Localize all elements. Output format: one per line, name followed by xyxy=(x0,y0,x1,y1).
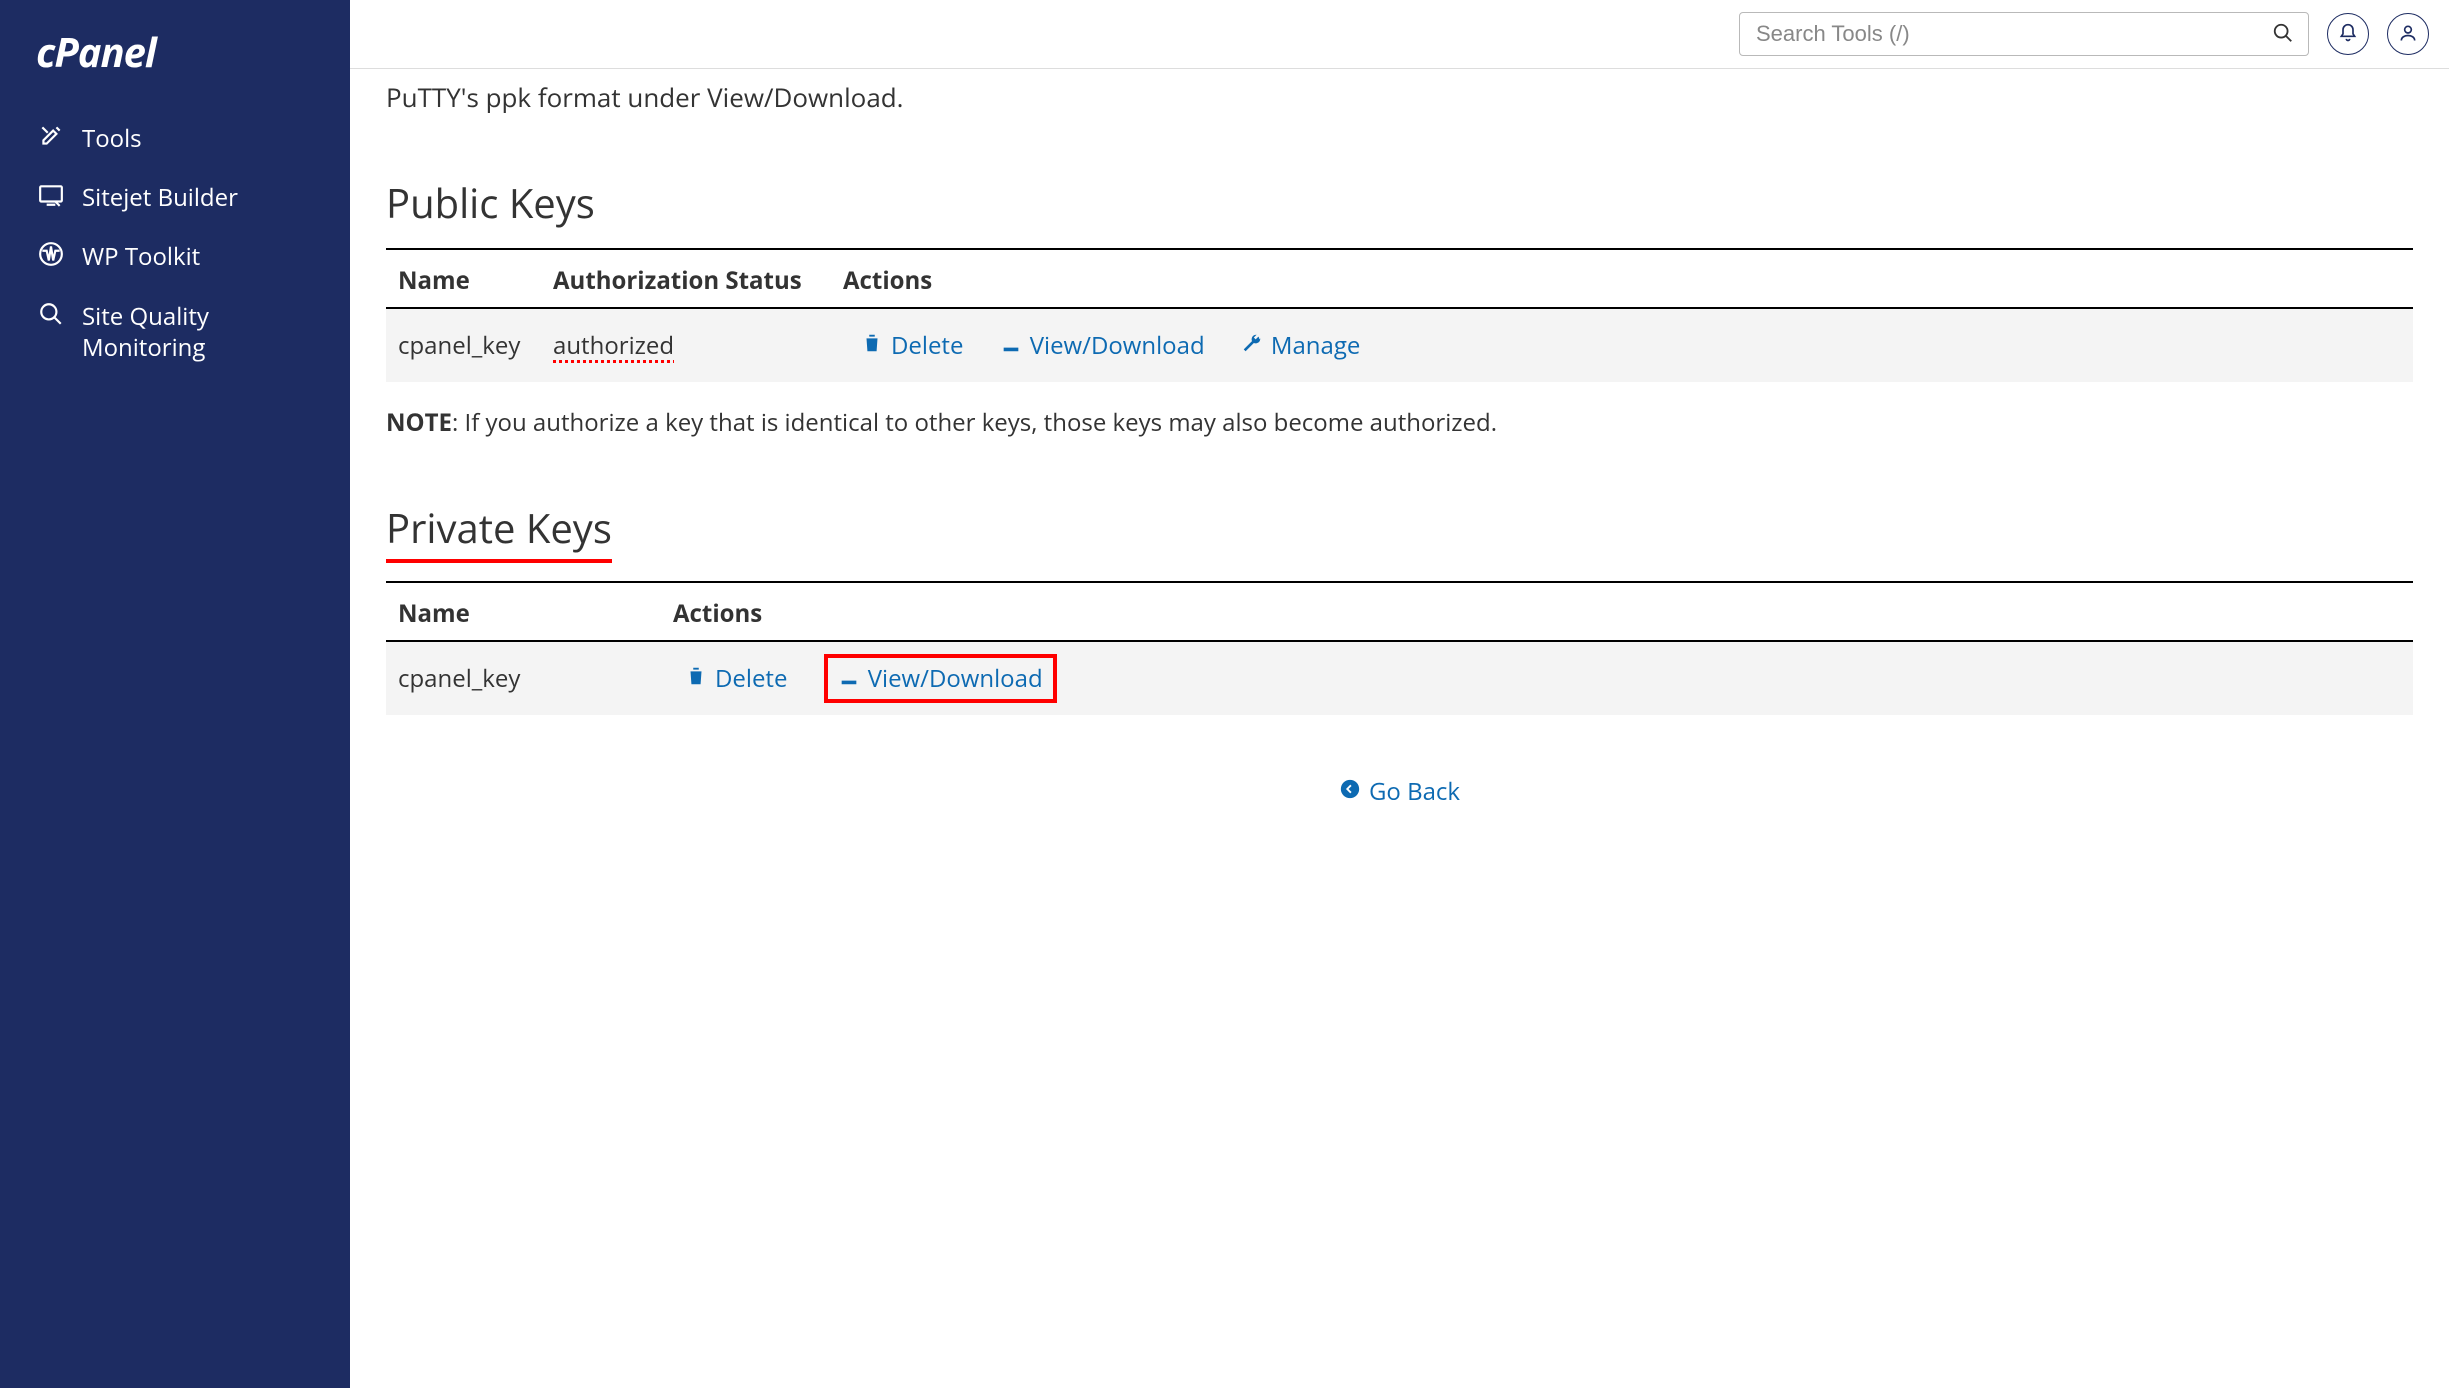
delete-key-link[interactable]: Delete xyxy=(861,329,963,362)
trash-icon xyxy=(861,329,883,362)
delete-label: Delete xyxy=(715,662,787,695)
user-menu-button[interactable] xyxy=(2387,13,2429,55)
manage-key-link[interactable]: Manage xyxy=(1241,329,1360,362)
col-actions: Actions xyxy=(661,582,2413,641)
content: PuTTY's ppk format under View/Download. … xyxy=(350,69,2449,1388)
wordpress-icon xyxy=(36,241,66,267)
sidebar-item-label: WP Toolkit xyxy=(82,241,200,272)
table-row: cpanel_key Delete xyxy=(386,641,2413,715)
view-label: View/Download xyxy=(1030,329,1205,362)
sidebar-item-wptoolkit[interactable]: WP Toolkit xyxy=(0,227,350,286)
view-download-key-link[interactable]: View/Download xyxy=(1000,329,1205,362)
download-icon xyxy=(838,662,860,695)
brand-logo: cPanel xyxy=(0,0,350,109)
key-auth-status: authorized xyxy=(541,308,831,382)
col-auth: Authorization Status xyxy=(541,249,831,308)
key-actions: Delete View/Download xyxy=(831,308,2413,382)
sidebar: cPanel Tools Sitejet Builder WP Toolkit … xyxy=(0,0,350,1388)
public-keys-heading: Public Keys xyxy=(386,175,2413,230)
private-keys-section: Private Keys Name Actions cpanel_key xyxy=(386,500,2413,715)
view-label: View/Download xyxy=(868,662,1043,695)
sidebar-item-label: Sitejet Builder xyxy=(82,182,238,213)
key-actions: Delete View/Download xyxy=(661,641,2413,715)
private-keys-heading: Private Keys xyxy=(386,500,612,563)
search-box[interactable] xyxy=(1739,12,2309,56)
search-icon xyxy=(2272,22,2294,47)
notifications-button[interactable] xyxy=(2327,13,2369,55)
highlighted-action: View/Download xyxy=(824,654,1057,703)
col-name: Name xyxy=(386,582,661,641)
view-download-private-key-link[interactable]: View/Download xyxy=(838,662,1043,695)
key-name: cpanel_key xyxy=(386,308,541,382)
delete-label: Delete xyxy=(891,329,963,362)
public-keys-note: NOTE: If you authorize a key that is ide… xyxy=(386,406,2413,440)
sidebar-item-label: Site Quality Monitoring xyxy=(82,301,314,363)
key-name: cpanel_key xyxy=(386,641,661,715)
col-actions: Actions xyxy=(831,249,2413,308)
partial-help-text: PuTTY's ppk format under View/Download. xyxy=(386,69,2449,115)
public-keys-table: Name Authorization Status Actions cpanel… xyxy=(386,248,2413,382)
sidebar-item-sitejet[interactable]: Sitejet Builder xyxy=(0,168,350,227)
delete-private-key-link[interactable]: Delete xyxy=(685,662,787,695)
arrow-left-circle-icon xyxy=(1339,775,1361,808)
wrench-icon xyxy=(1241,329,1263,362)
main: PuTTY's ppk format under View/Download. … xyxy=(350,0,2449,1388)
trash-icon xyxy=(685,662,707,695)
tools-icon xyxy=(36,123,66,149)
sidebar-item-tools[interactable]: Tools xyxy=(0,109,350,168)
public-keys-section: Public Keys Name Authorization Status Ac… xyxy=(386,175,2413,382)
user-icon xyxy=(2398,23,2418,46)
search-button[interactable] xyxy=(2258,22,2308,47)
private-keys-table: Name Actions cpanel_key Delete xyxy=(386,581,2413,715)
manage-label: Manage xyxy=(1271,329,1360,362)
bell-icon xyxy=(2338,23,2358,46)
col-name: Name xyxy=(386,249,541,308)
sidebar-item-sitequality[interactable]: Site Quality Monitoring xyxy=(0,287,350,377)
go-back-label: Go Back xyxy=(1369,775,1460,808)
topbar xyxy=(350,0,2449,69)
go-back-link[interactable]: Go Back xyxy=(1339,775,1460,808)
download-icon xyxy=(1000,329,1022,362)
sidebar-item-label: Tools xyxy=(82,123,142,154)
table-row: cpanel_key authorized Delete xyxy=(386,308,2413,382)
search-input[interactable] xyxy=(1740,21,2258,47)
sitejet-icon xyxy=(36,182,66,208)
magnifier-icon xyxy=(36,301,66,327)
